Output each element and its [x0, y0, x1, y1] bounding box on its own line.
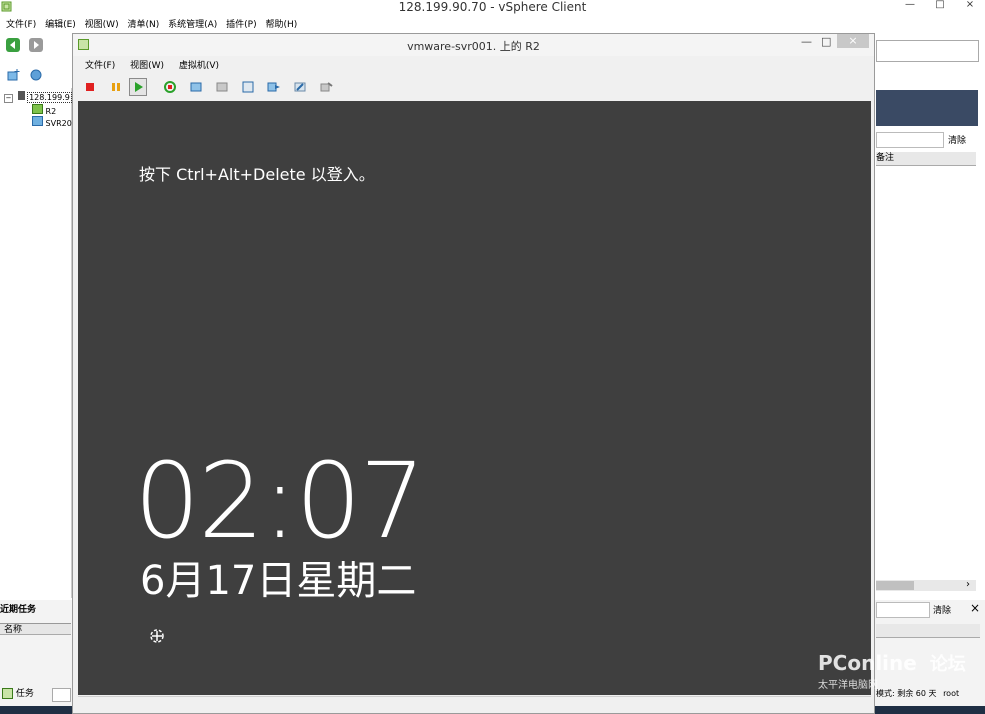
snapshot-take-icon[interactable]	[189, 80, 203, 94]
console-send-icon[interactable]	[267, 80, 281, 94]
tree-host-label: 128.199.9	[27, 92, 72, 103]
watermark-sub: 太平洋电脑网	[818, 680, 878, 691]
collapse-icon[interactable]: −	[4, 94, 13, 103]
column-notes-label: 备注	[876, 153, 895, 163]
main-title-bar: 128.199.90.70 - vSphere Client — □ ×	[0, 0, 985, 17]
filter-input[interactable]	[876, 132, 944, 148]
guest-lock-screen[interactable]: 按下 Ctrl+Alt+Delete 以登入。 02:07 6月17日星期二	[78, 101, 871, 695]
main-menu-bar: 文件(F) 编辑(E) 视图(W) 清单(N) 系统管理(A) 插件(P) 帮助…	[0, 18, 985, 32]
tasks-tab[interactable]: 任务	[2, 686, 34, 699]
menu-help[interactable]: 帮助(H)	[266, 18, 298, 32]
vm-status-bar	[78, 696, 871, 713]
vm-menu-bar: 文件(F) 视图(W) 虚拟机(V)	[73, 59, 219, 73]
maximize-button[interactable]: □	[925, 0, 955, 10]
server-icon	[17, 91, 25, 100]
close-panel-icon[interactable]: ×	[970, 601, 980, 615]
main-window-title: 128.199.90.70 - vSphere Client	[398, 0, 587, 14]
search-field[interactable]	[876, 40, 979, 62]
horizontal-scrollbar[interactable]: ›	[876, 579, 976, 591]
add-host-icon[interactable]	[6, 68, 20, 82]
clear-tasks-link[interactable]: 清除	[933, 603, 951, 616]
task-filter-input[interactable]	[876, 602, 930, 618]
recent-tasks-title: 近期任务	[0, 605, 37, 615]
scroll-right-icon[interactable]: ›	[966, 579, 970, 590]
tab-placeholder[interactable]	[52, 688, 71, 702]
lock-screen-time: 02:07	[134, 440, 426, 562]
main-window-controls: — □ ×	[895, 0, 985, 10]
play-icon	[135, 82, 143, 92]
snapshot-manager-icon[interactable]	[241, 80, 255, 94]
vm-settings-icon[interactable]	[293, 80, 307, 94]
watermark-forum: 论坛	[929, 654, 966, 675]
pconline-watermark: PConline 论坛 太平洋电脑网	[818, 650, 966, 691]
tree-vm-r2[interactable]: R2	[32, 104, 56, 116]
tree-vm-label: R2	[45, 107, 57, 116]
column-header-notes[interactable]: 备注	[876, 152, 976, 166]
forward-icon[interactable]	[28, 38, 43, 52]
tree-vm-label: SVR20	[45, 119, 72, 128]
menu-edit[interactable]: 编辑(E)	[45, 18, 76, 32]
tasks-column-header	[876, 624, 980, 638]
vm-minimize-button[interactable]: —	[801, 35, 812, 48]
ease-of-access-icon[interactable]	[148, 627, 166, 645]
refresh-icon[interactable]	[29, 68, 43, 82]
vm-window-title: vmware-svr001. 上的 R2	[407, 40, 540, 53]
vm-menu-view[interactable]: 视图(W)	[130, 59, 164, 73]
right-panel-header	[876, 90, 978, 126]
stop-icon[interactable]	[83, 80, 97, 94]
vm-title-bar: vmware-svr001. 上的 R2 — □ ×	[73, 34, 874, 56]
lock-screen-date: 6月17日星期二	[140, 558, 417, 604]
snapshot-revert-icon[interactable]	[215, 80, 229, 94]
vm-console-window: vmware-svr001. 上的 R2 — □ × 文件(F) 视图(W) 虚…	[72, 33, 875, 714]
back-icon[interactable]	[6, 38, 20, 52]
column-name-label: 名称	[4, 625, 23, 635]
cd-connect-icon[interactable]	[319, 80, 333, 94]
menu-view[interactable]: 视图(W)	[85, 18, 119, 32]
inventory-tree: − 128.199.9 R2 SVR20	[0, 88, 72, 598]
ctrl-alt-delete-prompt: 按下 Ctrl+Alt+Delete 以登入。	[139, 165, 375, 184]
tree-host-node[interactable]: − 128.199.9	[4, 91, 72, 103]
watermark-brand: PConline	[818, 651, 917, 675]
clear-link[interactable]: 清除	[948, 133, 966, 146]
play-button[interactable]	[129, 78, 147, 96]
column-header-name[interactable]: 名称	[0, 623, 71, 635]
vm-close-button[interactable]: ×	[837, 34, 869, 48]
menu-administration[interactable]: 系统管理(A)	[168, 18, 217, 32]
tasks-tab-label: 任务	[15, 689, 34, 699]
tree-vm-svr20[interactable]: SVR20	[32, 116, 72, 128]
reset-icon[interactable]	[163, 80, 177, 94]
tasks-icon	[2, 688, 13, 699]
vm-on-icon	[32, 104, 43, 114]
vm-icon	[32, 116, 43, 126]
inventory-toolbar	[0, 68, 43, 85]
vm-menu-file[interactable]: 文件(F)	[85, 59, 115, 73]
pause-icon[interactable]	[109, 80, 123, 94]
scrollbar-thumb[interactable]	[876, 581, 914, 590]
minimize-button[interactable]: —	[895, 0, 925, 10]
vm-maximize-button[interactable]: □	[821, 35, 831, 48]
menu-inventory[interactable]: 清单(N)	[127, 18, 159, 32]
menu-plugins[interactable]: 插件(P)	[226, 18, 256, 32]
main-toolbar	[0, 38, 43, 58]
vm-menu-vm[interactable]: 虚拟机(V)	[179, 59, 219, 73]
close-button[interactable]: ×	[955, 0, 985, 10]
menu-file[interactable]: 文件(F)	[6, 18, 36, 32]
